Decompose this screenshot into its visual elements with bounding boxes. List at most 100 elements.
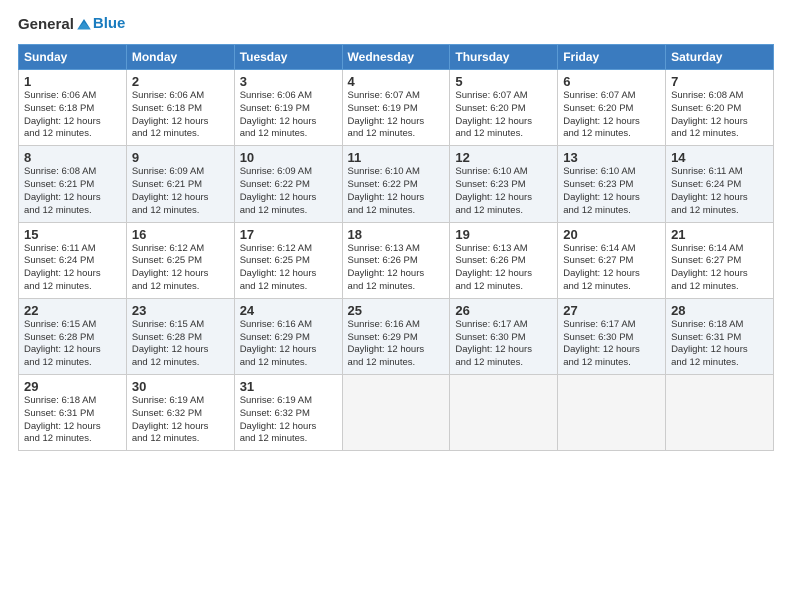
week-row-3: 15Sunrise: 6:11 AM Sunset: 6:24 PM Dayli…	[19, 222, 774, 298]
day-number: 22	[24, 303, 121, 318]
col-header-thursday: Thursday	[450, 45, 558, 70]
day-info: Sunrise: 6:17 AM Sunset: 6:30 PM Dayligh…	[563, 319, 660, 370]
week-row-1: 1Sunrise: 6:06 AM Sunset: 6:18 PM Daylig…	[19, 70, 774, 146]
day-info: Sunrise: 6:10 AM Sunset: 6:23 PM Dayligh…	[563, 166, 660, 217]
calendar-cell: 14Sunrise: 6:11 AM Sunset: 6:24 PM Dayli…	[666, 146, 774, 222]
day-info: Sunrise: 6:06 AM Sunset: 6:18 PM Dayligh…	[132, 90, 229, 141]
day-number: 20	[563, 227, 660, 242]
day-number: 1	[24, 74, 121, 89]
calendar-cell: 8Sunrise: 6:08 AM Sunset: 6:21 PM Daylig…	[19, 146, 127, 222]
day-number: 11	[348, 150, 445, 165]
week-row-2: 8Sunrise: 6:08 AM Sunset: 6:21 PM Daylig…	[19, 146, 774, 222]
calendar-cell: 15Sunrise: 6:11 AM Sunset: 6:24 PM Dayli…	[19, 222, 127, 298]
calendar-cell: 21Sunrise: 6:14 AM Sunset: 6:27 PM Dayli…	[666, 222, 774, 298]
calendar-cell: 25Sunrise: 6:16 AM Sunset: 6:29 PM Dayli…	[342, 298, 450, 374]
calendar-cell: 20Sunrise: 6:14 AM Sunset: 6:27 PM Dayli…	[558, 222, 666, 298]
day-info: Sunrise: 6:11 AM Sunset: 6:24 PM Dayligh…	[671, 166, 768, 217]
calendar-cell: 2Sunrise: 6:06 AM Sunset: 6:18 PM Daylig…	[126, 70, 234, 146]
header: General Blue	[18, 16, 774, 34]
day-number: 16	[132, 227, 229, 242]
day-number: 5	[455, 74, 552, 89]
logo-text: General	[18, 16, 93, 34]
calendar-cell: 30Sunrise: 6:19 AM Sunset: 6:32 PM Dayli…	[126, 375, 234, 451]
day-number: 21	[671, 227, 768, 242]
day-info: Sunrise: 6:10 AM Sunset: 6:23 PM Dayligh…	[455, 166, 552, 217]
calendar-cell: 19Sunrise: 6:13 AM Sunset: 6:26 PM Dayli…	[450, 222, 558, 298]
col-header-tuesday: Tuesday	[234, 45, 342, 70]
week-row-4: 22Sunrise: 6:15 AM Sunset: 6:28 PM Dayli…	[19, 298, 774, 374]
day-info: Sunrise: 6:18 AM Sunset: 6:31 PM Dayligh…	[671, 319, 768, 370]
calendar-cell: 28Sunrise: 6:18 AM Sunset: 6:31 PM Dayli…	[666, 298, 774, 374]
calendar-cell: 24Sunrise: 6:16 AM Sunset: 6:29 PM Dayli…	[234, 298, 342, 374]
calendar-cell	[450, 375, 558, 451]
day-info: Sunrise: 6:07 AM Sunset: 6:19 PM Dayligh…	[348, 90, 445, 141]
day-number: 29	[24, 379, 121, 394]
calendar-cell: 6Sunrise: 6:07 AM Sunset: 6:20 PM Daylig…	[558, 70, 666, 146]
calendar-cell: 11Sunrise: 6:10 AM Sunset: 6:22 PM Dayli…	[342, 146, 450, 222]
day-info: Sunrise: 6:14 AM Sunset: 6:27 PM Dayligh…	[563, 243, 660, 294]
day-number: 15	[24, 227, 121, 242]
day-info: Sunrise: 6:08 AM Sunset: 6:21 PM Dayligh…	[24, 166, 121, 217]
day-number: 24	[240, 303, 337, 318]
day-number: 18	[348, 227, 445, 242]
col-header-monday: Monday	[126, 45, 234, 70]
day-info: Sunrise: 6:07 AM Sunset: 6:20 PM Dayligh…	[455, 90, 552, 141]
week-row-5: 29Sunrise: 6:18 AM Sunset: 6:31 PM Dayli…	[19, 375, 774, 451]
day-info: Sunrise: 6:19 AM Sunset: 6:32 PM Dayligh…	[132, 395, 229, 446]
day-number: 12	[455, 150, 552, 165]
day-number: 8	[24, 150, 121, 165]
day-number: 28	[671, 303, 768, 318]
day-number: 19	[455, 227, 552, 242]
day-info: Sunrise: 6:12 AM Sunset: 6:25 PM Dayligh…	[132, 243, 229, 294]
calendar-cell: 3Sunrise: 6:06 AM Sunset: 6:19 PM Daylig…	[234, 70, 342, 146]
day-info: Sunrise: 6:09 AM Sunset: 6:21 PM Dayligh…	[132, 166, 229, 217]
day-number: 25	[348, 303, 445, 318]
day-info: Sunrise: 6:19 AM Sunset: 6:32 PM Dayligh…	[240, 395, 337, 446]
calendar-cell: 16Sunrise: 6:12 AM Sunset: 6:25 PM Dayli…	[126, 222, 234, 298]
calendar-cell: 4Sunrise: 6:07 AM Sunset: 6:19 PM Daylig…	[342, 70, 450, 146]
day-number: 30	[132, 379, 229, 394]
day-number: 9	[132, 150, 229, 165]
calendar-cell	[558, 375, 666, 451]
col-header-wednesday: Wednesday	[342, 45, 450, 70]
calendar-table: SundayMondayTuesdayWednesdayThursdayFrid…	[18, 44, 774, 451]
calendar-cell: 27Sunrise: 6:17 AM Sunset: 6:30 PM Dayli…	[558, 298, 666, 374]
calendar-cell: 23Sunrise: 6:15 AM Sunset: 6:28 PM Dayli…	[126, 298, 234, 374]
day-number: 4	[348, 74, 445, 89]
day-info: Sunrise: 6:15 AM Sunset: 6:28 PM Dayligh…	[132, 319, 229, 370]
calendar-cell	[342, 375, 450, 451]
day-info: Sunrise: 6:13 AM Sunset: 6:26 PM Dayligh…	[348, 243, 445, 294]
calendar-cell	[666, 375, 774, 451]
header-row: SundayMondayTuesdayWednesdayThursdayFrid…	[19, 45, 774, 70]
calendar-cell: 10Sunrise: 6:09 AM Sunset: 6:22 PM Dayli…	[234, 146, 342, 222]
page: General Blue SundayMondayTuesdayWednesda…	[0, 0, 792, 612]
day-number: 3	[240, 74, 337, 89]
day-number: 26	[455, 303, 552, 318]
day-info: Sunrise: 6:09 AM Sunset: 6:22 PM Dayligh…	[240, 166, 337, 217]
calendar-cell: 18Sunrise: 6:13 AM Sunset: 6:26 PM Dayli…	[342, 222, 450, 298]
day-info: Sunrise: 6:06 AM Sunset: 6:18 PM Dayligh…	[24, 90, 121, 141]
day-info: Sunrise: 6:10 AM Sunset: 6:22 PM Dayligh…	[348, 166, 445, 217]
logo-line2: Blue	[93, 15, 126, 32]
day-info: Sunrise: 6:16 AM Sunset: 6:29 PM Dayligh…	[348, 319, 445, 370]
calendar-cell: 22Sunrise: 6:15 AM Sunset: 6:28 PM Dayli…	[19, 298, 127, 374]
logo-icon	[75, 16, 93, 34]
day-info: Sunrise: 6:08 AM Sunset: 6:20 PM Dayligh…	[671, 90, 768, 141]
col-header-saturday: Saturday	[666, 45, 774, 70]
day-info: Sunrise: 6:15 AM Sunset: 6:28 PM Dayligh…	[24, 319, 121, 370]
day-info: Sunrise: 6:12 AM Sunset: 6:25 PM Dayligh…	[240, 243, 337, 294]
logo: General Blue	[18, 16, 125, 34]
calendar-cell: 9Sunrise: 6:09 AM Sunset: 6:21 PM Daylig…	[126, 146, 234, 222]
calendar-cell: 31Sunrise: 6:19 AM Sunset: 6:32 PM Dayli…	[234, 375, 342, 451]
day-info: Sunrise: 6:07 AM Sunset: 6:20 PM Dayligh…	[563, 90, 660, 141]
day-number: 10	[240, 150, 337, 165]
calendar-cell: 7Sunrise: 6:08 AM Sunset: 6:20 PM Daylig…	[666, 70, 774, 146]
day-number: 31	[240, 379, 337, 394]
day-number: 6	[563, 74, 660, 89]
day-info: Sunrise: 6:06 AM Sunset: 6:19 PM Dayligh…	[240, 90, 337, 141]
day-number: 13	[563, 150, 660, 165]
day-info: Sunrise: 6:14 AM Sunset: 6:27 PM Dayligh…	[671, 243, 768, 294]
day-info: Sunrise: 6:11 AM Sunset: 6:24 PM Dayligh…	[24, 243, 121, 294]
calendar-cell: 26Sunrise: 6:17 AM Sunset: 6:30 PM Dayli…	[450, 298, 558, 374]
day-number: 14	[671, 150, 768, 165]
